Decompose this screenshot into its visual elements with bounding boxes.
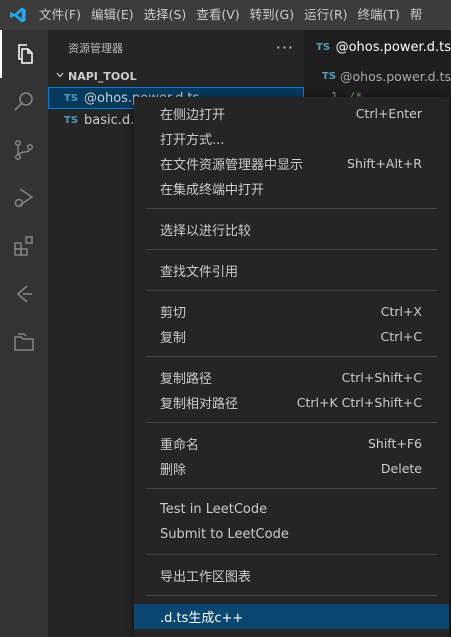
menu-item-shortcut: Shift+Alt+R bbox=[347, 156, 422, 171]
menu-item-label: Test in LeetCode bbox=[160, 502, 268, 517]
more-actions-icon[interactable]: ··· bbox=[276, 38, 294, 57]
menu-separator bbox=[146, 422, 437, 423]
menu-item[interactable]: 帮 bbox=[406, 0, 427, 30]
chevron-down-icon bbox=[52, 70, 68, 83]
context-menu-item[interactable]: 复制 Ctrl+C bbox=[134, 324, 449, 349]
menu-separator bbox=[146, 208, 437, 209]
menu-item-label: .d.ts生成c++ bbox=[160, 611, 244, 626]
context-menu-item[interactable]: 重命名 Shift+F6 bbox=[134, 431, 449, 456]
menu-separator bbox=[146, 290, 437, 291]
vscode-logo-icon bbox=[0, 0, 35, 30]
menu-item-shortcut: Ctrl+X bbox=[380, 304, 422, 319]
typescript-file-icon: TS bbox=[64, 92, 79, 104]
menu-item[interactable]: 运行(R) bbox=[300, 0, 351, 30]
menu-separator bbox=[146, 356, 437, 357]
menu-item-shortcut: Delete bbox=[380, 461, 422, 476]
menu-item-label: 在文件资源管理器中显示 bbox=[160, 158, 304, 173]
menu-item-label: 复制相对路径 bbox=[160, 397, 239, 412]
menu-item[interactable]: 编辑(E) bbox=[87, 0, 138, 30]
editor-tab-bar: TS @ohos.power.d.ts bbox=[304, 30, 451, 65]
menu-separator bbox=[146, 595, 437, 596]
explorer-header: 资源管理器 ··· bbox=[48, 30, 304, 65]
run-debug-icon[interactable] bbox=[0, 174, 48, 222]
typescript-file-icon: TS bbox=[322, 70, 337, 82]
menu-item-label: 在集成终端中打开 bbox=[160, 183, 265, 198]
context-menu-item[interactable]: 在文件资源管理器中显示 Shift+Alt+R bbox=[134, 151, 449, 176]
context-menu-item[interactable]: 复制路径 Ctrl+Shift+C bbox=[134, 365, 449, 390]
menu-items: 文件(F) 编辑(E) 选择(S) 查看(V) 转到(G) 运行(R) 终端(T) 帮 bbox=[35, 0, 428, 30]
menu-separator bbox=[146, 488, 437, 489]
breadcrumb-file: @ohos.power.d.ts bbox=[340, 68, 451, 84]
activity-bar bbox=[0, 30, 48, 637]
breadcrumb[interactable]: TS @ohos.power.d.ts bbox=[304, 65, 451, 87]
menu-item[interactable]: 查看(V) bbox=[192, 0, 243, 30]
search-icon[interactable] bbox=[0, 78, 48, 126]
context-menu-item[interactable]: Submit to LeetCode bbox=[134, 522, 449, 547]
menu-item-label: 打开方式... bbox=[160, 133, 225, 148]
menu-item-label: 复制 bbox=[160, 331, 187, 346]
context-menu-item[interactable]: 在集成终端中打开 bbox=[134, 176, 449, 201]
menu-item[interactable]: 文件(F) bbox=[35, 0, 85, 30]
context-menu-item[interactable]: 查找文件引用 bbox=[134, 258, 449, 283]
menu-separator bbox=[146, 249, 437, 250]
menu-item-label: 剪切 bbox=[160, 306, 187, 321]
menu-item-label: 删除 bbox=[160, 463, 187, 478]
explorer-title: 资源管理器 bbox=[68, 41, 123, 55]
typescript-file-icon: TS bbox=[64, 114, 79, 126]
workspace-folder-header[interactable]: NAPI_TOOL bbox=[48, 65, 304, 87]
workspace-folder-name: NAPI_TOOL bbox=[68, 69, 137, 83]
context-menu-item[interactable]: 在侧边打开 Ctrl+Enter bbox=[134, 101, 449, 126]
source-control-icon[interactable] bbox=[0, 126, 48, 174]
context-menu: 在侧边打开 Ctrl+Enter 打开方式... 在文件资源管理器中显示 Shift+A… bbox=[134, 97, 449, 637]
menu-item-shortcut: Shift+F6 bbox=[367, 436, 422, 451]
menu-item[interactable]: 转到(G) bbox=[246, 0, 298, 30]
menu-item-label: 导出工作区图表 bbox=[160, 570, 252, 585]
menu-item-label: 在侧边打开 bbox=[160, 108, 226, 123]
context-menu-item[interactable]: 剪切 Ctrl+X bbox=[134, 299, 449, 324]
menu-item[interactable]: 终端(T) bbox=[354, 0, 404, 30]
menu-item-shortcut: Ctrl+C bbox=[380, 329, 422, 344]
menu-item[interactable]: 选择(S) bbox=[140, 0, 191, 30]
context-menu-item[interactable]: 删除 Delete bbox=[134, 456, 449, 481]
leetcode-icon[interactable] bbox=[0, 270, 48, 318]
menu-item-shortcut: Ctrl+Shift+C bbox=[341, 370, 422, 385]
menu-separator bbox=[146, 554, 437, 555]
menu-item-shortcut: Ctrl+Enter bbox=[355, 106, 422, 121]
menu-item-label: 选择以进行比较 bbox=[160, 224, 252, 239]
context-menu-item[interactable]: 复制相对路径 Ctrl+K Ctrl+Shift+C bbox=[134, 390, 449, 415]
menu-item-label: Submit to LeetCode bbox=[160, 527, 289, 542]
files-icon[interactable] bbox=[0, 30, 48, 78]
typescript-file-icon: TS bbox=[316, 42, 331, 53]
title-menu-bar: 文件(F) 编辑(E) 选择(S) 查看(V) 转到(G) 运行(R) 终端(T) 帮 bbox=[0, 0, 451, 30]
folder-icon[interactable] bbox=[0, 318, 48, 366]
context-menu-item[interactable]: 导出工作区图表 bbox=[134, 563, 449, 588]
menu-item-shortcut: Ctrl+K Ctrl+Shift+C bbox=[296, 395, 422, 410]
context-menu-item[interactable]: Test in LeetCode bbox=[134, 497, 449, 522]
tab-label: @ohos.power.d.ts bbox=[335, 40, 451, 55]
menu-item-label: 复制路径 bbox=[160, 372, 213, 387]
context-menu-item[interactable]: 打开方式... bbox=[134, 126, 449, 151]
context-menu-item[interactable]: .d.ts生成c++ bbox=[134, 604, 449, 629]
menu-item-label: 重命名 bbox=[160, 438, 200, 453]
extensions-icon[interactable] bbox=[0, 222, 48, 270]
editor-tab[interactable]: TS @ohos.power.d.ts bbox=[304, 30, 451, 65]
menu-item-label: 查找文件引用 bbox=[160, 265, 239, 280]
context-menu-item[interactable]: 选择以进行比较 bbox=[134, 217, 449, 242]
